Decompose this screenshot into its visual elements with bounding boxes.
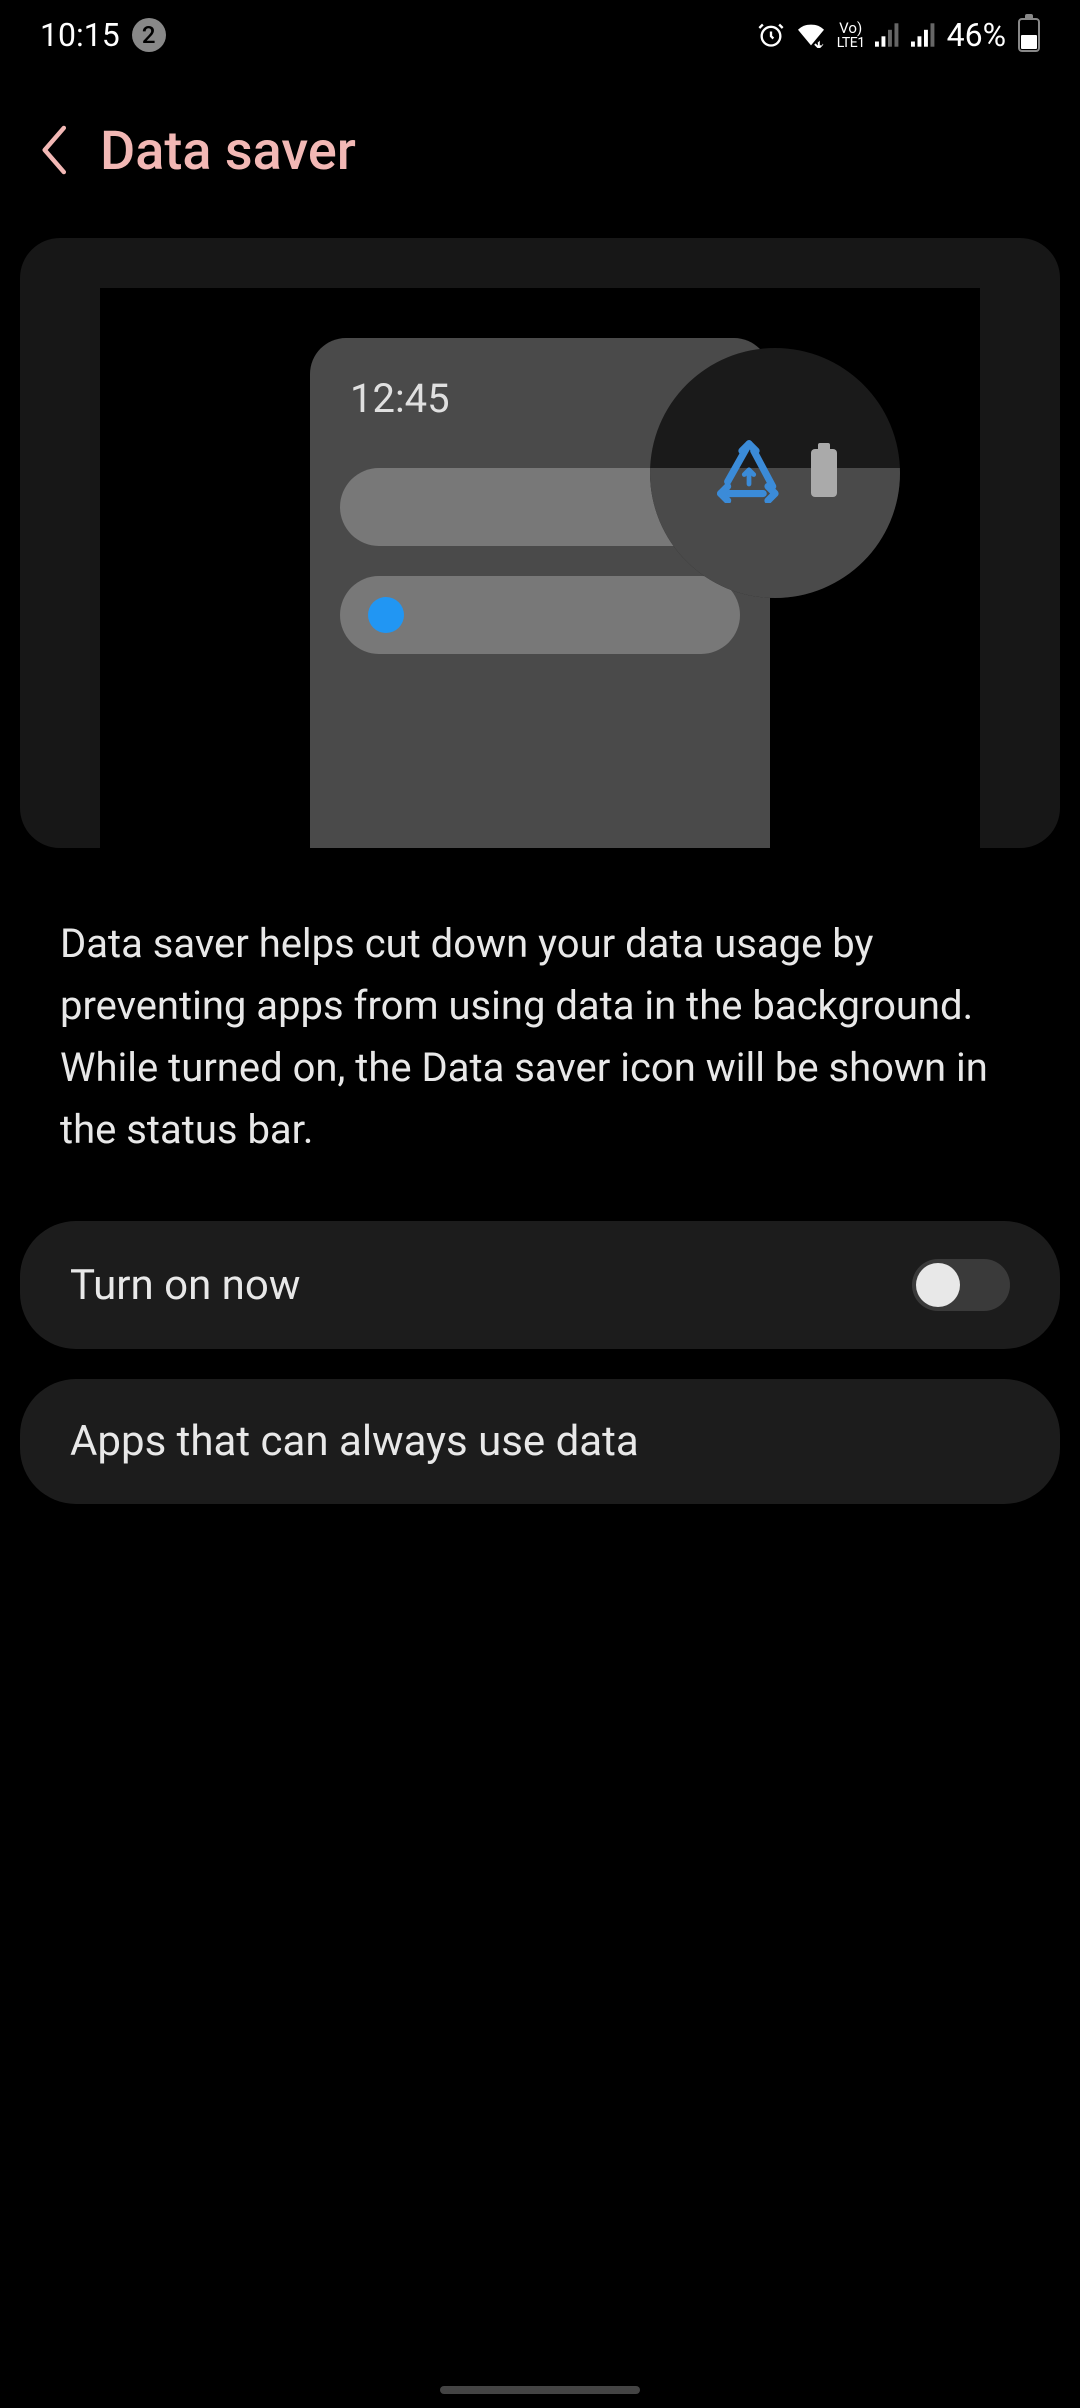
turn-on-label: Turn on now <box>70 1261 300 1310</box>
alarm-icon <box>757 21 785 49</box>
magnifier-zoom <box>650 348 900 598</box>
wifi-icon <box>795 22 827 48</box>
apps-allowlist-label: Apps that can always use data <box>70 1417 639 1466</box>
description-text: Data saver helps cut down your data usag… <box>0 863 1080 1221</box>
mockup-time: 12:45 <box>350 375 450 422</box>
battery-icon <box>1018 18 1040 52</box>
signal-icon-2 <box>911 23 937 47</box>
notification-count-badge: 2 <box>132 18 166 52</box>
turn-on-row[interactable]: Turn on now <box>20 1221 1060 1349</box>
apps-allowlist-row[interactable]: Apps that can always use data <box>20 1379 1060 1504</box>
status-time: 10:15 <box>40 16 120 54</box>
page-header: Data saver <box>0 70 1080 223</box>
mockup-battery-icon <box>811 449 837 497</box>
signal-icon-1 <box>875 23 901 47</box>
back-button[interactable] <box>40 125 70 179</box>
illustration-card: 12:45 <box>20 238 1060 848</box>
volte-icon: Vo) LTE1 <box>837 21 865 50</box>
navigation-handle[interactable] <box>440 2386 640 2394</box>
status-bar: 10:15 2 Vo) LTE1 <box>0 0 1080 70</box>
battery-percent: 46% <box>947 16 1006 54</box>
data-saver-icon <box>713 439 785 507</box>
page-title: Data saver <box>100 120 356 183</box>
turn-on-toggle[interactable] <box>912 1259 1010 1311</box>
